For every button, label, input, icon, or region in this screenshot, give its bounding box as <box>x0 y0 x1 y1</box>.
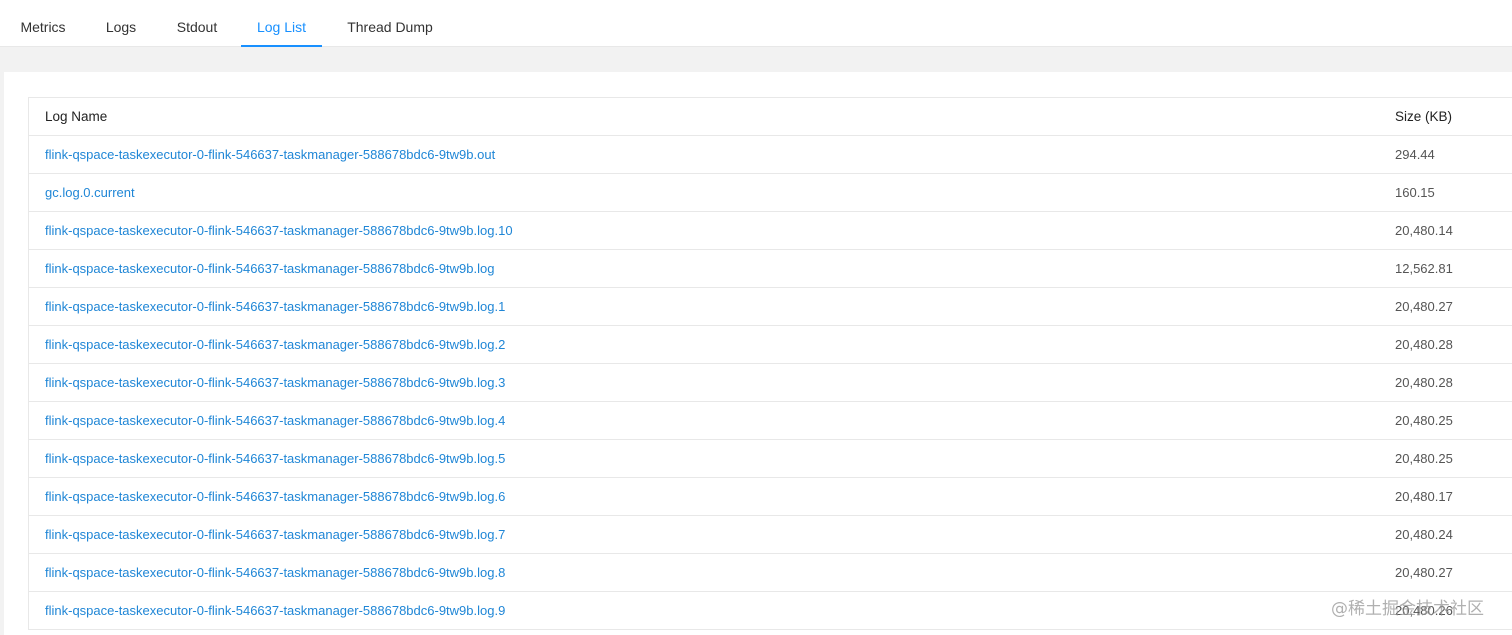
tab-bar: Metrics Logs Stdout Log List Thread Dump <box>0 0 1512 47</box>
log-size-cell: 20,480.27 <box>1379 287 1512 326</box>
tab-log-list[interactable]: Log List <box>241 0 322 47</box>
table-row: flink-qspace-taskexecutor-0-flink-546637… <box>29 325 1512 364</box>
log-name-cell: flink-qspace-taskexecutor-0-flink-546637… <box>29 439 1379 478</box>
column-header-size: Size (KB) <box>1379 98 1512 136</box>
log-size-cell: 20,480.28 <box>1379 325 1512 364</box>
log-name-cell: flink-qspace-taskexecutor-0-flink-546637… <box>29 363 1379 402</box>
table-row: flink-qspace-taskexecutor-0-flink-546637… <box>29 515 1512 554</box>
log-name-cell: gc.log.0.current <box>29 173 1379 212</box>
log-file-link[interactable]: flink-qspace-taskexecutor-0-flink-546637… <box>45 337 505 352</box>
table-row: flink-qspace-taskexecutor-0-flink-546637… <box>29 249 1512 288</box>
log-name-cell: flink-qspace-taskexecutor-0-flink-546637… <box>29 287 1379 326</box>
log-file-link[interactable]: flink-qspace-taskexecutor-0-flink-546637… <box>45 527 505 542</box>
table-body: flink-qspace-taskexecutor-0-flink-546637… <box>29 135 1512 630</box>
log-file-link[interactable]: flink-qspace-taskexecutor-0-flink-546637… <box>45 489 505 504</box>
log-size-cell: 20,480.28 <box>1379 363 1512 402</box>
log-file-link[interactable]: flink-qspace-taskexecutor-0-flink-546637… <box>45 451 505 466</box>
log-name-cell: flink-qspace-taskexecutor-0-flink-546637… <box>29 477 1379 516</box>
log-name-cell: flink-qspace-taskexecutor-0-flink-546637… <box>29 211 1379 250</box>
table-row: flink-qspace-taskexecutor-0-flink-546637… <box>29 553 1512 592</box>
table-row: flink-qspace-taskexecutor-0-flink-546637… <box>29 477 1512 516</box>
log-name-cell: flink-qspace-taskexecutor-0-flink-546637… <box>29 401 1379 440</box>
table-row: flink-qspace-taskexecutor-0-flink-546637… <box>29 401 1512 440</box>
table-row: flink-qspace-taskexecutor-0-flink-546637… <box>29 591 1512 630</box>
tab-metrics[interactable]: Metrics <box>19 0 67 47</box>
log-name-cell: flink-qspace-taskexecutor-0-flink-546637… <box>29 515 1379 554</box>
log-file-link[interactable]: flink-qspace-taskexecutor-0-flink-546637… <box>45 147 495 162</box>
log-file-link[interactable]: flink-qspace-taskexecutor-0-flink-546637… <box>45 223 513 238</box>
table-row: flink-qspace-taskexecutor-0-flink-546637… <box>29 135 1512 174</box>
content-panel: Log Name Size (KB) flink-qspace-taskexec… <box>4 72 1512 635</box>
table-row: flink-qspace-taskexecutor-0-flink-546637… <box>29 211 1512 250</box>
log-size-cell: 20,480.27 <box>1379 553 1512 592</box>
log-size-cell: 20,480.25 <box>1379 439 1512 478</box>
table-row: flink-qspace-taskexecutor-0-flink-546637… <box>29 287 1512 326</box>
table-row: gc.log.0.current 160.15 <box>29 173 1512 212</box>
log-name-cell: flink-qspace-taskexecutor-0-flink-546637… <box>29 135 1379 174</box>
log-size-cell: 20,480.24 <box>1379 515 1512 554</box>
log-size-cell: 12,562.81 <box>1379 249 1512 288</box>
log-size-cell: 20,480.17 <box>1379 477 1512 516</box>
log-name-cell: flink-qspace-taskexecutor-0-flink-546637… <box>29 249 1379 288</box>
log-size-cell: 20,480.14 <box>1379 211 1512 250</box>
log-size-cell: 20,480.25 <box>1379 401 1512 440</box>
log-file-link[interactable]: gc.log.0.current <box>45 185 135 200</box>
table-row: flink-qspace-taskexecutor-0-flink-546637… <box>29 439 1512 478</box>
log-file-link[interactable]: flink-qspace-taskexecutor-0-flink-546637… <box>45 261 494 276</box>
log-file-link[interactable]: flink-qspace-taskexecutor-0-flink-546637… <box>45 565 505 580</box>
log-name-cell: flink-qspace-taskexecutor-0-flink-546637… <box>29 553 1379 592</box>
table-header-row: Log Name Size (KB) <box>29 98 1512 136</box>
log-size-cell: 20,480.26 <box>1379 591 1512 630</box>
tab-stdout[interactable]: Stdout <box>175 0 219 47</box>
tab-thread-dump[interactable]: Thread Dump <box>346 0 434 47</box>
log-name-cell: flink-qspace-taskexecutor-0-flink-546637… <box>29 591 1379 630</box>
log-size-cell: 294.44 <box>1379 135 1512 174</box>
table-row: flink-qspace-taskexecutor-0-flink-546637… <box>29 363 1512 402</box>
log-file-link[interactable]: flink-qspace-taskexecutor-0-flink-546637… <box>45 603 505 618</box>
log-size-cell: 160.15 <box>1379 173 1512 212</box>
log-list-table-container: Log Name Size (KB) flink-qspace-taskexec… <box>28 97 1512 630</box>
column-header-log-name: Log Name <box>29 98 1379 136</box>
log-file-link[interactable]: flink-qspace-taskexecutor-0-flink-546637… <box>45 299 505 314</box>
tab-logs[interactable]: Logs <box>105 0 137 47</box>
log-name-cell: flink-qspace-taskexecutor-0-flink-546637… <box>29 325 1379 364</box>
log-list-table: Log Name Size (KB) flink-qspace-taskexec… <box>29 98 1512 630</box>
log-file-link[interactable]: flink-qspace-taskexecutor-0-flink-546637… <box>45 375 505 390</box>
log-file-link[interactable]: flink-qspace-taskexecutor-0-flink-546637… <box>45 413 505 428</box>
